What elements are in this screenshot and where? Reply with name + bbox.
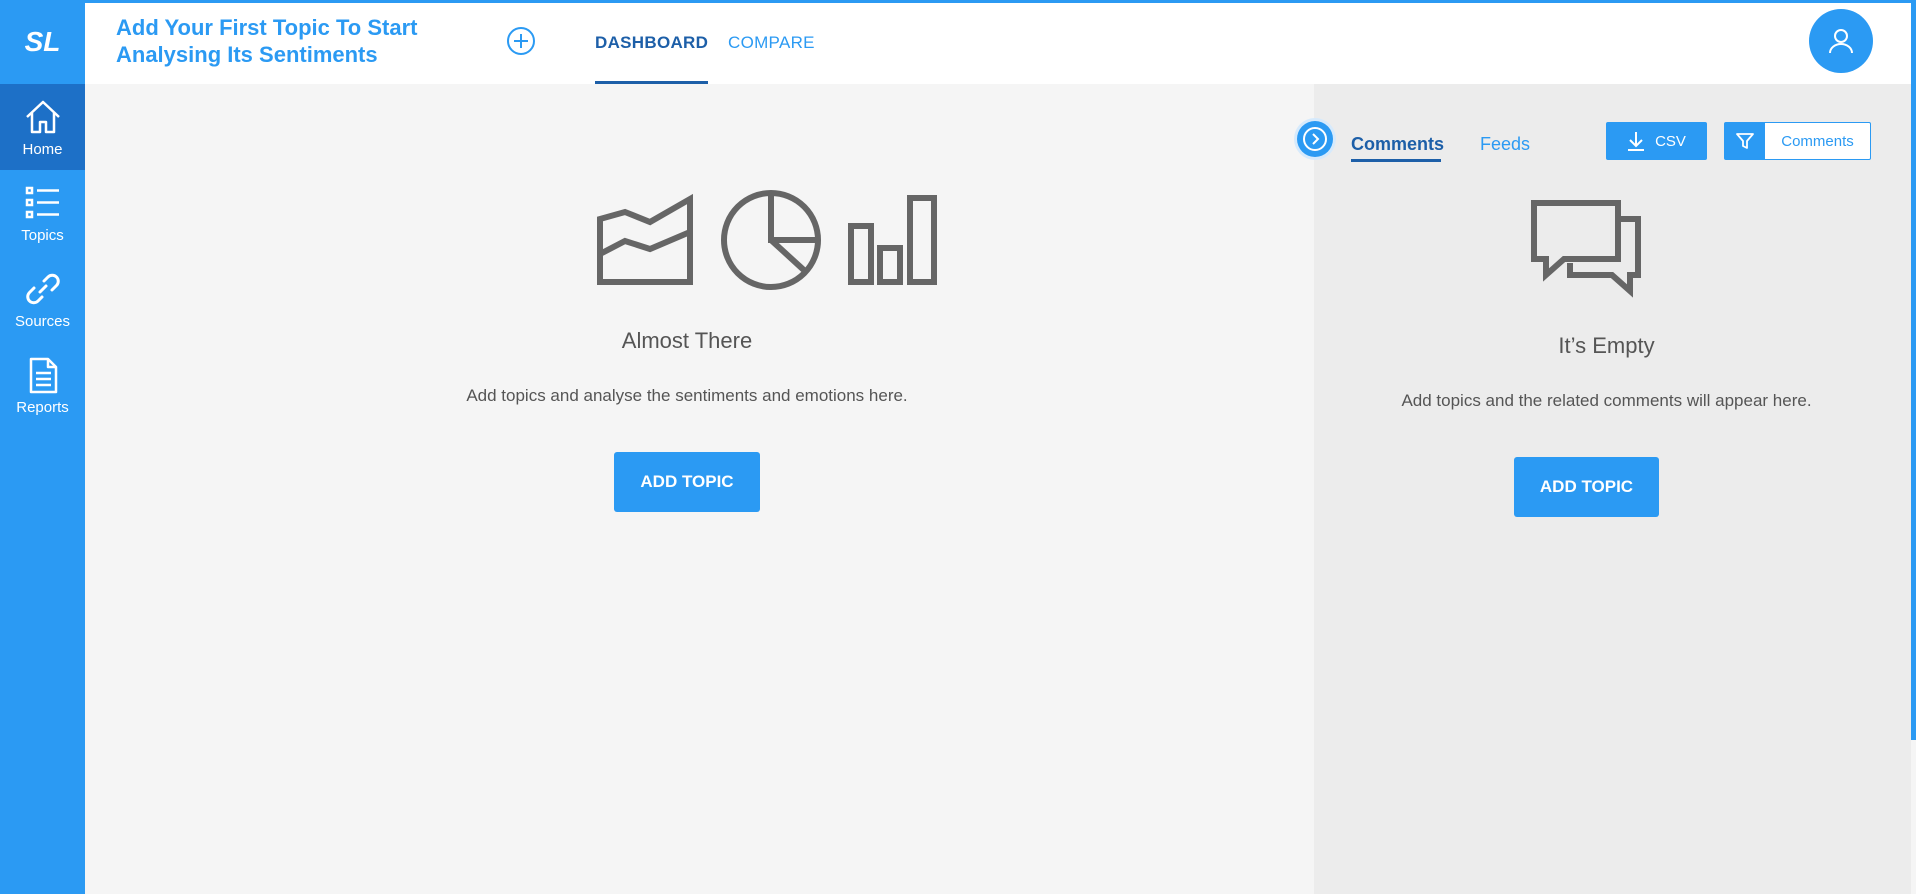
- list-icon: [25, 186, 59, 218]
- csv-label: CSV: [1655, 132, 1686, 150]
- sidebar-item-reports[interactable]: Reports: [0, 342, 85, 428]
- tab-compare[interactable]: COMPARE: [728, 33, 815, 53]
- sidebar-item-sources[interactable]: Sources: [0, 256, 85, 342]
- tab-feeds[interactable]: Feeds: [1480, 134, 1530, 155]
- chevron-right-icon: [1303, 127, 1327, 151]
- document-icon: [29, 357, 57, 393]
- add-topic-button[interactable]: ADD TOPIC: [614, 452, 760, 512]
- empty-state-heading: Almost There: [621, 328, 753, 353]
- active-panel-tab-indicator: [1351, 159, 1441, 162]
- empty-state-description: Add topics and analyse the sentiments an…: [466, 386, 908, 405]
- header: Add Your First Topic To Start Analysing …: [85, 0, 1911, 85]
- sidebar-item-label: Reports: [16, 398, 69, 416]
- sidebar-item-label: Topics: [21, 226, 64, 244]
- download-icon: [1628, 132, 1645, 151]
- sidebar-item-label: Home: [22, 140, 63, 158]
- user-icon: [1829, 29, 1853, 54]
- sidebar: SL Home Topics Sources Reports: [0, 0, 85, 894]
- pie-chart-icon: [721, 190, 821, 290]
- panel-empty-description: Add topics and the related comments will…: [1401, 391, 1812, 410]
- link-icon: [25, 273, 60, 304]
- panel-add-topic-button[interactable]: ADD TOPIC: [1514, 457, 1659, 517]
- chart-icons: [597, 190, 937, 290]
- panel-empty-heading: It’s Empty: [1558, 333, 1655, 358]
- scrollbar[interactable]: [1911, 0, 1916, 740]
- download-csv-button[interactable]: CSV: [1606, 122, 1707, 160]
- bar-chart-icon: [848, 195, 937, 285]
- filter-icon: [1736, 133, 1754, 149]
- sidebar-item-home[interactable]: Home: [0, 84, 85, 170]
- comments-icon: [1531, 200, 1641, 298]
- comments-panel: Comments Feeds CSV Comments It’s Empty A…: [1314, 84, 1911, 894]
- tab-dashboard[interactable]: DASHBOARD: [595, 33, 708, 53]
- sidebar-item-topics[interactable]: Topics: [0, 170, 85, 256]
- home-icon: [25, 100, 60, 133]
- filter-button[interactable]: [1725, 123, 1765, 159]
- tab-comments[interactable]: Comments: [1351, 134, 1444, 155]
- collapse-panel-toggle[interactable]: [1297, 121, 1333, 157]
- filter-label: Comments: [1781, 132, 1854, 150]
- comments-filter[interactable]: Comments: [1724, 122, 1871, 160]
- sidebar-item-label: Sources: [14, 312, 71, 330]
- user-avatar[interactable]: [1809, 9, 1873, 73]
- add-topic-plus-icon[interactable]: [505, 25, 537, 57]
- dashboard-main: Almost There Add topics and analyse the …: [85, 84, 1314, 894]
- area-chart-icon: [597, 193, 693, 285]
- app-logo[interactable]: SL: [0, 0, 85, 84]
- page-title: Add Your First Topic To Start Analysing …: [116, 15, 418, 67]
